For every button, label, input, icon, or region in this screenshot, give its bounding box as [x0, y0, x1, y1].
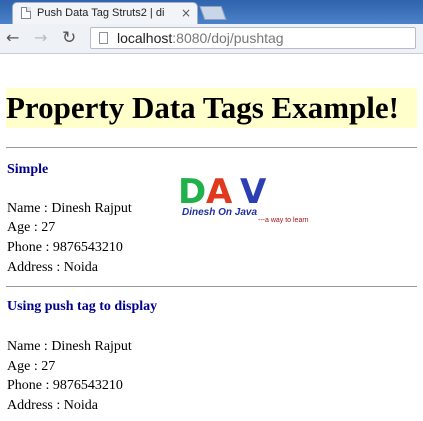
document-icon [21, 7, 31, 19]
close-icon[interactable]: × [181, 6, 191, 20]
section-title-push: Using push tag to display [7, 299, 158, 314]
address-bar[interactable]: localhost:8080/doj/pushtag [90, 27, 416, 49]
divider [6, 286, 417, 287]
divider [6, 147, 417, 148]
simple-name: Name : Dinesh Rajput [7, 201, 132, 216]
page-title: Property Data Tags Example! [6, 88, 417, 128]
push-phone: Phone : 9876543210 [7, 378, 123, 393]
logo-letter-v: V [240, 172, 267, 212]
simple-phone: Phone : 9876543210 [7, 240, 123, 255]
logo-tagline: ---a way to learn [258, 217, 309, 224]
section-title-simple: Simple [7, 162, 49, 177]
browser-tab[interactable]: Push Data Tag Struts2 | di × [12, 2, 198, 24]
browser-toolbar: ← → ↻ localhost:8080/doj/pushtag [0, 24, 423, 54]
logo-letter-d: D [178, 172, 207, 212]
tab-strip: Push Data Tag Struts2 | di × [0, 0, 423, 24]
logo-name: Dinesh On Java [182, 207, 258, 218]
tab-title: Push Data Tag Struts2 | di [37, 7, 165, 19]
url-host: localhost [117, 30, 173, 46]
dinesh-on-java-logo: D A V Dinesh On Java ---a way to learn [176, 172, 309, 229]
logo-letter-a: A [206, 172, 233, 212]
arrow-left-icon[interactable]: ← [6, 28, 19, 48]
push-address: Address : Noida [7, 398, 98, 413]
push-age: Age : 27 [7, 359, 56, 374]
push-name: Name : Dinesh Rajput [7, 339, 132, 354]
url-path: :8080/doj/pushtag [172, 30, 284, 46]
simple-address: Address : Noida [7, 260, 98, 275]
simple-age: Age : 27 [7, 220, 56, 235]
page-icon [99, 32, 108, 44]
page-content: Property Data Tags Example! Simple Name … [0, 54, 423, 421]
reload-icon[interactable]: ↻ [62, 28, 76, 48]
url-text[interactable]: localhost:8080/doj/pushtag [117, 30, 284, 46]
arrow-right-icon[interactable]: → [34, 28, 47, 48]
new-tab-button[interactable] [199, 6, 227, 20]
